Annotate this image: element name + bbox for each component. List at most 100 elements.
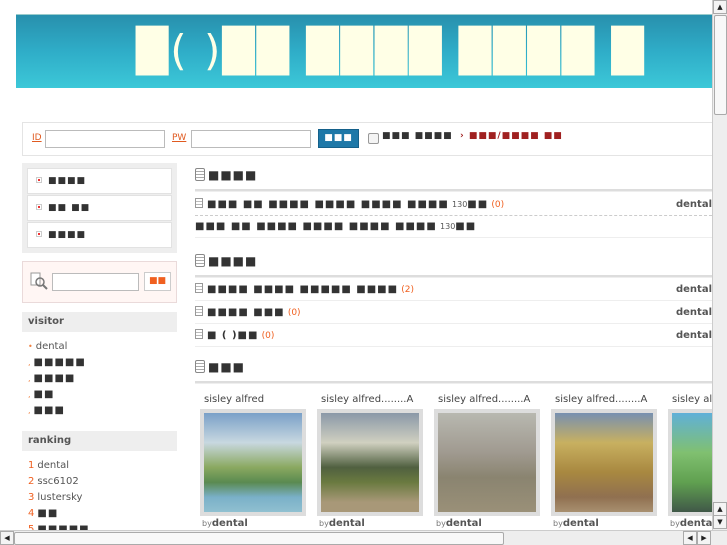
- page: █( )██ ████ ████ █ ID PW ■■■ ■■■ ■■■■ › …: [0, 0, 712, 530]
- scroll-up-icon[interactable]: ▲: [713, 502, 727, 516]
- ranking-item[interactable]: 2 ssc6102: [28, 474, 90, 490]
- clipboard-icon: [195, 360, 205, 373]
- site-title: █( )██ ████ ████ █: [136, 26, 646, 75]
- gallery-item[interactable]: sisley alfred bydental: [200, 394, 310, 529]
- horizontal-scroll-thumb[interactable]: [14, 532, 504, 545]
- document-icon: [195, 306, 203, 316]
- gallery-title[interactable]: sisley alfred........A: [668, 394, 712, 405]
- menu-item[interactable]: ■■■■: [27, 222, 172, 248]
- ranking-name: ■■: [37, 508, 59, 519]
- ranking-name: ssc6102: [37, 476, 79, 487]
- site-banner[interactable]: █( )██ ████ ████ █: [16, 14, 712, 88]
- item-author[interactable]: dental: [676, 325, 712, 347]
- gallery-item[interactable]: sisley alfred........A bydental: [551, 394, 661, 529]
- ranking-name: dental: [37, 460, 70, 471]
- gallery-title[interactable]: sisley alfred: [200, 394, 310, 405]
- rank-number: 3: [28, 492, 35, 503]
- gallery-item[interactable]: sisley alfred........A bydental: [317, 394, 427, 529]
- painting-thumbnail[interactable]: [555, 413, 653, 512]
- menu-item[interactable]: ■■■■: [27, 168, 172, 194]
- comment-count: (0): [491, 200, 505, 210]
- ranking-item[interactable]: 5 ■■■■■: [28, 522, 90, 530]
- item-author[interactable]: dental: [676, 302, 712, 324]
- list-item[interactable]: ■■■■ ■■■■ ■■■■■ ■■■■ (2) dental: [195, 279, 712, 301]
- search-box: ■■: [22, 261, 177, 303]
- search-button[interactable]: ■■: [144, 272, 171, 291]
- gallery-title[interactable]: sisley alfred........A: [317, 394, 427, 405]
- rank-number: 1: [28, 460, 35, 471]
- item-author[interactable]: dental: [676, 194, 712, 216]
- join-find-link[interactable]: › ■■■/■■■■ ■■: [460, 131, 563, 141]
- scroll-left-icon[interactable]: ◀: [683, 531, 697, 545]
- divider: [195, 275, 712, 278]
- ranking-heading: ranking: [22, 431, 177, 451]
- by-label: by: [670, 519, 680, 528]
- painting-thumbnail[interactable]: [438, 413, 536, 512]
- item-author[interactable]: dental: [676, 279, 712, 301]
- gallery-item[interactable]: sisley alfred........A bydental: [668, 394, 712, 529]
- list-item[interactable]: ■ ( )■■ (0) dental: [195, 325, 712, 347]
- painting-thumbnail[interactable]: [204, 413, 302, 512]
- scroll-right-icon[interactable]: ▶: [697, 531, 711, 545]
- painting-thumbnail[interactable]: [321, 413, 419, 512]
- rank-number: 4: [28, 508, 35, 519]
- scroll-left-icon[interactable]: ◀: [0, 531, 14, 545]
- section-heading[interactable]: ■■■■: [195, 254, 257, 268]
- section-heading[interactable]: ■■■■: [195, 168, 257, 182]
- login-button[interactable]: ■■■: [318, 129, 359, 148]
- item-title: ■■■■ ■■■: [207, 307, 285, 318]
- visitor-list: • dental , ■■■■■ , ■■■■ , ■■ , ■■■: [28, 339, 86, 419]
- ranking-item[interactable]: 3 lustersky: [28, 490, 90, 506]
- visitor-name: ■■: [33, 389, 55, 400]
- ranking-item[interactable]: 1 dental: [28, 458, 90, 474]
- gallery-item[interactable]: sisley alfred........A bydental: [434, 394, 544, 529]
- visitor-item[interactable]: • dental: [28, 339, 86, 355]
- visitor-name: ■■■■: [33, 373, 76, 384]
- list-item[interactable]: ■■■ ■■ ■■■■ ■■■■ ■■■■ ■■■■ 130■■ (0) dent…: [195, 194, 712, 216]
- gallery-title[interactable]: sisley alfred........A: [434, 394, 544, 405]
- document-icon: [195, 198, 203, 208]
- menu-item[interactable]: ■■ ■■: [27, 195, 172, 221]
- list-item[interactable]: ■■■■ ■■■ (0) dental: [195, 302, 712, 324]
- gallery-author[interactable]: dental: [563, 518, 599, 529]
- bullet-icon: [36, 204, 42, 210]
- remember-checkbox[interactable]: [368, 133, 379, 144]
- gallery-title[interactable]: sisley alfred........A: [551, 394, 661, 405]
- gallery-author[interactable]: dental: [680, 518, 712, 529]
- rank-number: 2: [28, 476, 35, 487]
- visitor-heading: visitor: [22, 312, 177, 332]
- clipboard-icon: [195, 168, 205, 181]
- search-input[interactable]: [52, 273, 139, 291]
- vertical-scrollbar[interactable]: ▲ ▲ ▼: [712, 0, 727, 530]
- id-input[interactable]: [45, 130, 165, 148]
- scroll-up-icon[interactable]: ▲: [713, 0, 727, 14]
- gallery-author[interactable]: dental: [329, 518, 365, 529]
- menu-label: ■■■■: [48, 176, 87, 186]
- visitor-item[interactable]: , ■■■■■: [28, 355, 86, 371]
- ranking-item[interactable]: 4 ■■: [28, 506, 90, 522]
- scroll-down-icon[interactable]: ▼: [713, 515, 727, 529]
- item-summary: ■■■ ■■ ■■■■ ■■■■ ■■■■ ■■■■: [195, 221, 437, 232]
- section-heading[interactable]: ■■■: [195, 360, 245, 374]
- pw-input[interactable]: [191, 130, 311, 148]
- menu-label: ■■■■: [48, 230, 87, 240]
- clipboard-icon: [195, 254, 205, 267]
- item-suffix: ■■: [467, 199, 489, 210]
- by-label: by: [202, 519, 212, 528]
- ranking-list: 1 dental 2 ssc6102 3 lustersky 4 ■■ 5 ■■■■■: [28, 458, 90, 530]
- vertical-scroll-thumb[interactable]: [714, 15, 727, 115]
- item-suffix: ■■: [455, 221, 477, 232]
- gallery-author[interactable]: dental: [446, 518, 482, 529]
- bullet-icon: [36, 231, 42, 237]
- visitor-item[interactable]: , ■■■■: [28, 371, 86, 387]
- item-number: 130: [440, 222, 456, 231]
- gallery-author[interactable]: dental: [212, 518, 248, 529]
- painting-thumbnail[interactable]: [672, 413, 712, 512]
- visitor-item[interactable]: , ■■: [28, 387, 86, 403]
- by-label: by: [553, 519, 563, 528]
- item-title: ■ ( )■■: [207, 330, 259, 341]
- visitor-item[interactable]: , ■■■: [28, 403, 86, 419]
- side-menu: ■■■■ ■■ ■■ ■■■■: [22, 163, 177, 253]
- horizontal-scrollbar[interactable]: ◀ ◀ ▶: [0, 530, 727, 545]
- by-label: by: [436, 519, 446, 528]
